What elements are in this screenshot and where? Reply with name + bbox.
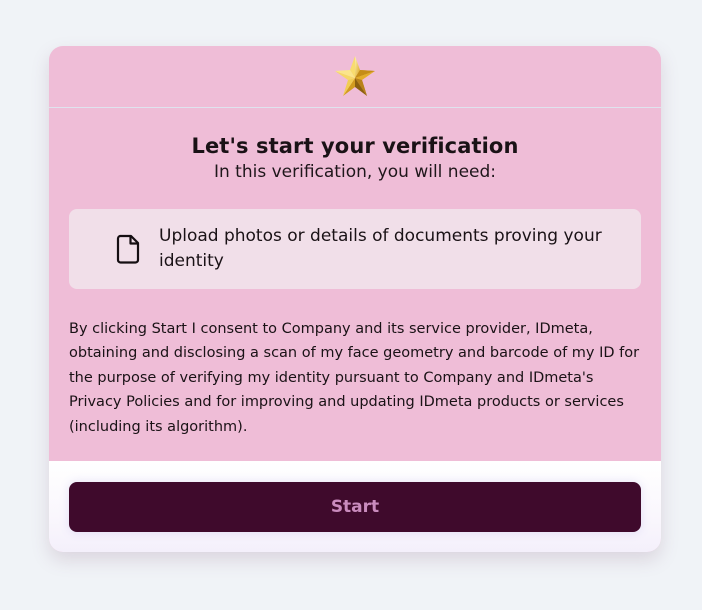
page-title: Let's start your verification — [191, 134, 519, 158]
consent-text: By clicking Start I consent to Company a… — [69, 321, 640, 435]
requirement-item-documents: Upload photos or details of documents pr… — [69, 209, 641, 289]
requirement-label: Upload photos or details of documents pr… — [159, 226, 602, 271]
gold-star-icon — [335, 55, 375, 96]
verification-card: Let's start your verification In this ve… — [49, 46, 661, 552]
card-header — [49, 46, 661, 108]
card-footer: Start — [49, 461, 661, 552]
document-icon — [116, 234, 140, 264]
page-subtitle: In this verification, you will need: — [213, 162, 497, 182]
start-button[interactable]: Start — [69, 482, 641, 532]
